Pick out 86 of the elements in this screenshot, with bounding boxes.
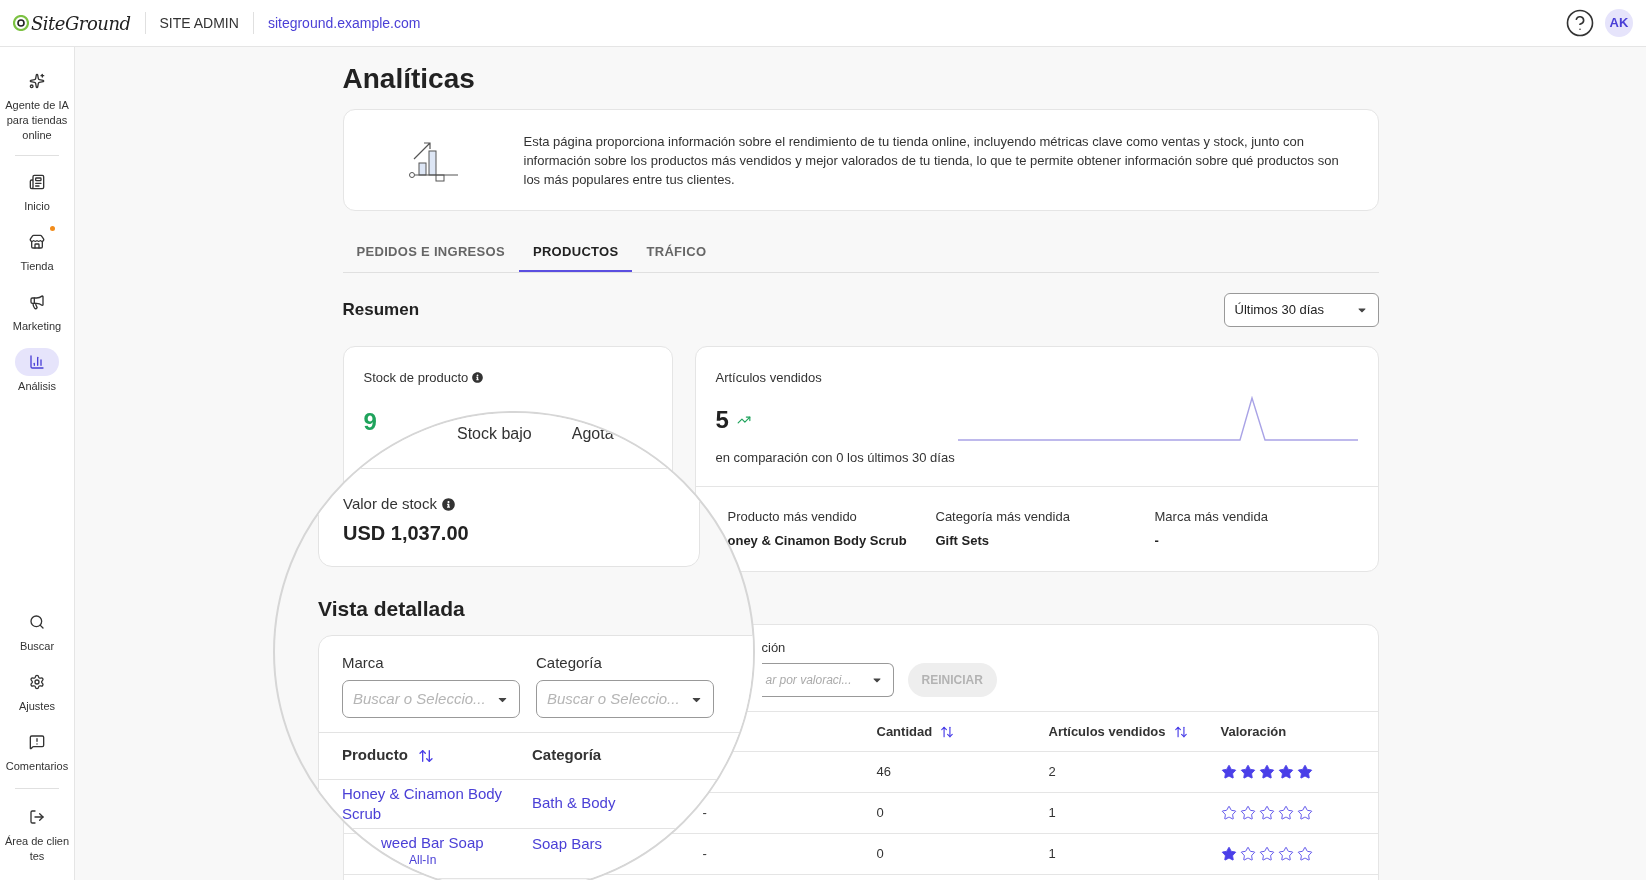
exit-icon: [29, 809, 45, 825]
period-dropdown[interactable]: Últimos 30 días: [1223, 293, 1379, 327]
column-header: Artículos vendidos: [1048, 722, 1166, 741]
logo-icon: [13, 15, 29, 31]
table-cell-text: 1: [1048, 804, 1056, 823]
best-value: -: [1154, 531, 1160, 550]
stock-value: 9: [363, 406, 377, 437]
column-header: Cantidad: [876, 722, 933, 741]
section-label: SITE ADMIN: [159, 13, 239, 33]
nav-label[interactable]: Comentarios: [4, 759, 70, 774]
site-link[interactable]: siteground.example.com: [267, 12, 421, 34]
best-value: Gift Sets: [935, 531, 990, 550]
star-icon: [1258, 846, 1275, 862]
comparison-text: en comparación con 0 los últimos 30 días: [715, 448, 955, 467]
info-icon[interactable]: [441, 497, 455, 511]
stock-value-label: Valor de stock: [343, 494, 437, 514]
intro-text: Esta página proporciona información sobre el rendimiento de tu tienda online, incluyendo métricas clave como ventas y stock, junto con información sobre los productos más vendidos y mejor valorados de tu tienda, lo que te permite obtener información sobre qué productos son los más populares entre tus clientes.: [523, 132, 1340, 189]
brand-name[interactable]: SiteGround: [31, 9, 131, 37]
category-link[interactable]: Soap Bars: [532, 832, 603, 855]
stock-value-amount: USD 1,037.00: [343, 520, 469, 546]
star-icon: [1220, 805, 1237, 821]
sort-icon[interactable]: [1173, 724, 1188, 739]
best-value: oney & Cinamon Body Scrub: [727, 531, 908, 550]
nav-label[interactable]: Tienda: [4, 259, 70, 274]
table-cell-text: 0: [876, 845, 884, 864]
product-link[interactable]: weed Bar Soap: [381, 832, 484, 853]
column-header: Producto: [342, 745, 408, 766]
nav-label[interactable]: Inicio: [4, 199, 70, 214]
star-icon: [1277, 805, 1294, 821]
brand-link[interactable]: All-In: [409, 852, 437, 867]
star-icon: [1296, 846, 1313, 862]
sort-icon[interactable]: [417, 747, 434, 764]
category-link[interactable]: Bath & Body: [532, 792, 616, 815]
nav-label[interactable]: Análisis: [4, 379, 70, 394]
star-icon: [1277, 764, 1294, 780]
nav-label[interactable]: Ajustes: [4, 699, 70, 714]
tab[interactable]: PEDIDOS E INGRESOS: [342, 233, 519, 272]
filter-label: Marca: [342, 652, 384, 673]
search-icon: [29, 614, 45, 630]
star-icon: [1296, 764, 1313, 780]
sort-icon[interactable]: [940, 724, 955, 739]
star-icon: [1220, 846, 1237, 862]
page-title: Analíticas: [342, 62, 476, 96]
best-label: Marca más vendida: [1154, 508, 1269, 526]
star-icon: [1296, 805, 1313, 821]
section-title: Resumen: [342, 299, 420, 322]
best-label: Categoría más vendida: [935, 508, 1071, 526]
product-link[interactable]: Honey & Cinamon Body Scrub: [342, 783, 512, 824]
nav-label[interactable]: Buscar: [4, 639, 70, 654]
best-label: Producto más vendido: [727, 508, 858, 526]
star-icon: [1277, 846, 1294, 862]
star-icon: [1220, 764, 1237, 780]
chart-icon: [29, 354, 45, 370]
star-icon: [1258, 764, 1275, 780]
feedback-icon: [29, 734, 45, 750]
nav-label[interactable]: Agente de IA para tiendas online: [4, 98, 70, 143]
store-icon: [29, 234, 45, 250]
section-title: Vista detallada: [318, 596, 465, 622]
tab[interactable]: TRÁFICO: [632, 233, 721, 272]
column-header: Categoría: [532, 745, 602, 766]
info-icon[interactable]: [472, 372, 484, 384]
user-avatar[interactable]: AK: [1605, 9, 1633, 37]
filter-label: Categoría: [536, 652, 602, 673]
settings-icon: [29, 674, 45, 690]
table-cell-text: 2: [1048, 763, 1056, 782]
table-cell-text: 1: [1048, 845, 1056, 864]
tab[interactable]: PRODUCTOS: [518, 233, 633, 272]
nav-label[interactable]: Área de clientes: [4, 834, 70, 864]
help-icon[interactable]: [1565, 8, 1595, 38]
star-icon: [1239, 805, 1256, 821]
sold-label: Artículos vendidos: [715, 369, 823, 387]
nav-label[interactable]: Marketing: [4, 319, 70, 334]
stock-level-label: Stock bajo: [457, 424, 532, 444]
table-cell-text: -: [702, 804, 707, 823]
table-cell-text: 46: [876, 763, 891, 782]
star-icon: [1239, 764, 1256, 780]
star-icon: [1258, 805, 1275, 821]
table-cell-text: -: [702, 845, 707, 864]
stock-label: Stock de producto: [363, 369, 469, 387]
sold-value: 5: [715, 404, 729, 435]
megaphone-icon: [29, 294, 45, 310]
table-cell-text: 0: [876, 804, 884, 823]
sparkles-icon: [29, 73, 45, 89]
filter-label: ción: [761, 638, 786, 657]
column-header: Valoración: [1220, 722, 1287, 741]
star-icon: [1239, 846, 1256, 862]
